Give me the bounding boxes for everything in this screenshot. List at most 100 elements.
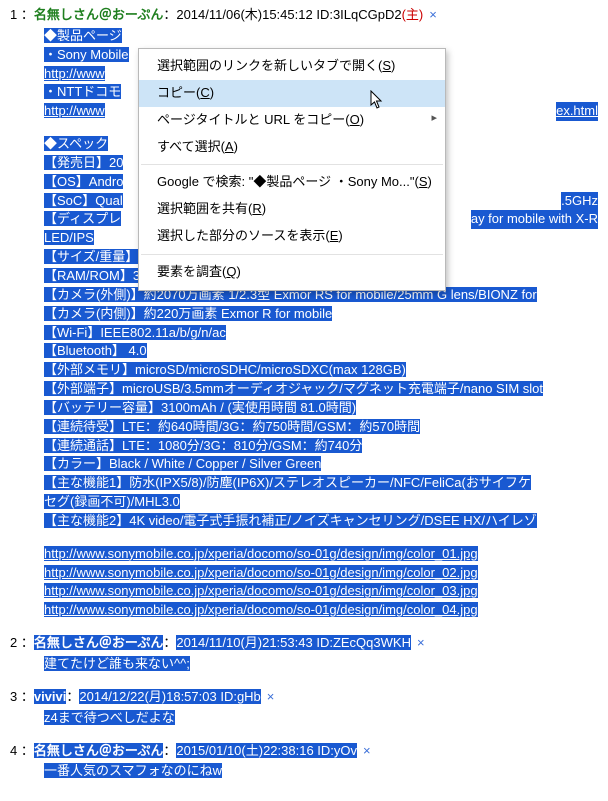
- post-author[interactable]: 名無しさん＠おーぷん: [34, 7, 163, 22]
- post-link-line[interactable]: http://www.sonymobile.co.jp/xperia/docom…: [44, 564, 598, 583]
- context-menu-item-label: 選択範囲を共有(: [157, 201, 252, 216]
- post-link-line[interactable]: http://www.sonymobile.co.jp/xperia/docom…: [44, 582, 598, 601]
- context-menu-accelerator: O: [350, 112, 360, 127]
- body-text: 【カラー】Black / White / Copper / Silver Gre…: [44, 456, 321, 471]
- context-menu-separator: [141, 254, 443, 255]
- post-link-line[interactable]: http://www.sonymobile.co.jp/xperia/docom…: [44, 601, 598, 620]
- separator: ：: [163, 7, 176, 22]
- context-menu-accelerator: S: [382, 58, 391, 73]
- forum-post: 4 ：名無しさん＠おーぷん：2015/01/10(土)22:38:16 ID:y…: [10, 742, 598, 782]
- post-number: 2 ：: [10, 635, 34, 650]
- context-menu: 選択範囲のリンクを新しいタブで開く(S)コピー(C)ページタイトルと URL を…: [138, 48, 446, 291]
- body-text: 一番人気のスマフォなのにねw: [44, 763, 222, 778]
- body-text: z4まで待つべしだよな: [44, 710, 175, 725]
- context-menu-accelerator: R: [252, 201, 261, 216]
- link-text[interactable]: http://www.sonymobile.co.jp/xperia/docom…: [44, 602, 478, 617]
- post-text-line: 【外部端子】microUSB/3.5mmオーディオジャック/マグネット充電端子/…: [44, 380, 598, 399]
- body-text-tail: ay for mobile with X-R: [471, 210, 598, 229]
- context-menu-item[interactable]: 選択した部分のソースを表示(E): [139, 223, 445, 250]
- link-text[interactable]: http://www.sonymobile.co.jp/xperia/docom…: [44, 565, 478, 580]
- link-text[interactable]: http://www.sonymobile.co.jp/xperia/docom…: [44, 583, 478, 598]
- body-text: ◆スペック: [44, 136, 108, 151]
- body-text: 【主な機能1】防水(IPX5/8)/防塵(IP6X)/ステレオスピーカー/NFC…: [44, 475, 531, 490]
- link-text[interactable]: http://www: [44, 103, 105, 118]
- text: ): [338, 228, 342, 243]
- post-author[interactable]: vivivi: [34, 689, 67, 704]
- body-text: 【カメラ(内側)】約220万画素 Exmor R for mobile: [44, 306, 332, 321]
- post-text-line: 一番人気のスマフォなのにねw: [44, 762, 598, 781]
- post-text-line: 【Bluetooth】 4.0: [44, 342, 598, 361]
- body-text: ◆製品ページ: [44, 28, 122, 43]
- post-header: 3 ：vivivi：2014/12/22(月)18:57:03 ID:gHb×: [10, 688, 598, 707]
- context-menu-accelerator: C: [200, 85, 209, 100]
- text: ): [391, 58, 395, 73]
- post-text-line: セグ(録画不可)/MHL3.0: [44, 493, 598, 512]
- text: ): [262, 201, 266, 216]
- post-text-line: 【バッテリー容量】3100mAh / (実使用時間 81.0時間): [44, 399, 598, 418]
- post-id[interactable]: ID:3ILqCGpD2: [316, 7, 401, 22]
- post-header: 2 ：名無しさん＠おーぷん：2014/11/10(月)21:53:43 ID:Z…: [10, 634, 598, 653]
- post-text-line: 【連続待受】LTE：約640時間/3G：約750時間/GSM：約570時間: [44, 418, 598, 437]
- context-menu-item-label: 要素を調査(: [157, 264, 226, 279]
- post-id[interactable]: ID:gHb: [220, 689, 260, 704]
- post-text-line: 【主な機能1】防水(IPX5/8)/防塵(IP6X)/ステレオスピーカー/NFC…: [44, 474, 598, 493]
- separator: ：: [163, 743, 176, 758]
- context-menu-item[interactable]: 選択範囲を共有(R): [139, 196, 445, 223]
- post-number: 4 ：: [10, 743, 34, 758]
- post-text-line: 【Wi-Fi】IEEE802.11a/b/g/n/ac: [44, 324, 598, 343]
- link-text[interactable]: http://www: [44, 66, 105, 81]
- text: ): [360, 112, 364, 127]
- post-id[interactable]: ID:yOv: [317, 743, 357, 758]
- text: ): [234, 139, 238, 154]
- post-link-line[interactable]: http://www.sonymobile.co.jp/xperia/docom…: [44, 545, 598, 564]
- context-menu-item-label: コピー(: [157, 85, 200, 100]
- post-date: 2015/01/10(土)22:38:16: [176, 743, 317, 758]
- context-menu-item-label: Google で検索: "◆製品ページ ・Sony Mo..."(: [157, 174, 419, 189]
- forum-post: 3 ：vivivi：2014/12/22(月)18:57:03 ID:gHb×z…: [10, 688, 598, 728]
- body-text: セグ(録画不可)/MHL3.0: [44, 494, 180, 509]
- post-number: 1 ：: [10, 7, 34, 22]
- body-text: 【OS】Andro: [44, 174, 123, 189]
- text: ): [427, 174, 431, 189]
- separator: ：: [163, 635, 176, 650]
- body-text: 【連続通話】LTE：1080分/3G：810分/GSM：約740分: [44, 438, 362, 453]
- context-menu-accelerator: A: [225, 139, 234, 154]
- context-menu-item[interactable]: 選択範囲のリンクを新しいタブで開く(S): [139, 53, 445, 80]
- link-text[interactable]: http://www.sonymobile.co.jp/xperia/docom…: [44, 546, 478, 561]
- post-text-line: 【連続通話】LTE：1080分/3G：810分/GSM：約740分: [44, 437, 598, 456]
- post-text-line: 【カラー】Black / White / Copper / Silver Gre…: [44, 455, 598, 474]
- body-text: 建てたけど誰も来ない^^;: [44, 656, 190, 671]
- post-header: 1 ：名無しさん＠おーぷん：2014/11/06(木)15:45:12 ID:3…: [10, 6, 598, 25]
- body-text-tail: .5GHz: [561, 192, 598, 211]
- post-header: 4 ：名無しさん＠おーぷん：2015/01/10(土)22:38:16 ID:y…: [10, 742, 598, 761]
- post-date: 2014/12/22(月)18:57:03: [79, 689, 220, 704]
- body-text-tail: ex.html: [556, 102, 598, 121]
- close-post-button[interactable]: ×: [267, 689, 275, 704]
- context-menu-item[interactable]: ページタイトルと URL をコピー(O): [139, 107, 445, 134]
- body-text: 【Bluetooth】 4.0: [44, 343, 147, 358]
- post-body: z4まで待つべしだよな: [44, 709, 598, 728]
- close-post-button[interactable]: ×: [363, 743, 371, 758]
- post-text-line: 建てたけど誰も来ない^^;: [44, 655, 598, 674]
- post-author[interactable]: 名無しさん＠おーぷん: [34, 635, 163, 650]
- post-body: 一番人気のスマフォなのにねw: [44, 762, 598, 781]
- close-post-button[interactable]: ×: [429, 7, 437, 22]
- body-text: 【発売日】20: [44, 155, 123, 170]
- post-id[interactable]: ID:ZEcQq3WKH: [316, 635, 411, 650]
- context-menu-item-label: すべて選択(: [157, 139, 225, 154]
- post-date: 2014/11/06(木)15:45:12: [176, 7, 316, 22]
- context-menu-item[interactable]: Google で検索: "◆製品ページ ・Sony Mo..."(S): [139, 169, 445, 196]
- close-post-button[interactable]: ×: [417, 635, 425, 650]
- body-text: 【外部メモリ】microSD/microSDHC/microSDXC(max 1…: [44, 362, 406, 377]
- context-menu-item[interactable]: すべて選択(A): [139, 134, 445, 161]
- post-text-line: ◆製品ページ: [44, 27, 598, 46]
- context-menu-item[interactable]: コピー(C): [139, 80, 445, 107]
- post-text-line: 【主な機能2】4K video/電子式手振れ補正/ノイズキャンセリング/DSEE…: [44, 512, 598, 531]
- body-text: 【外部端子】microUSB/3.5mmオーディオジャック/マグネット充電端子/…: [44, 381, 543, 396]
- post-author[interactable]: 名無しさん＠おーぷん: [34, 743, 163, 758]
- text: ): [210, 85, 214, 100]
- body-text: 【SoC】Qual: [44, 193, 123, 208]
- context-menu-item[interactable]: 要素を調査(Q): [139, 259, 445, 286]
- context-menu-item-label: 選択した部分のソースを表示(: [157, 228, 330, 243]
- forum-post: 2 ：名無しさん＠おーぷん：2014/11/10(月)21:53:43 ID:Z…: [10, 634, 598, 674]
